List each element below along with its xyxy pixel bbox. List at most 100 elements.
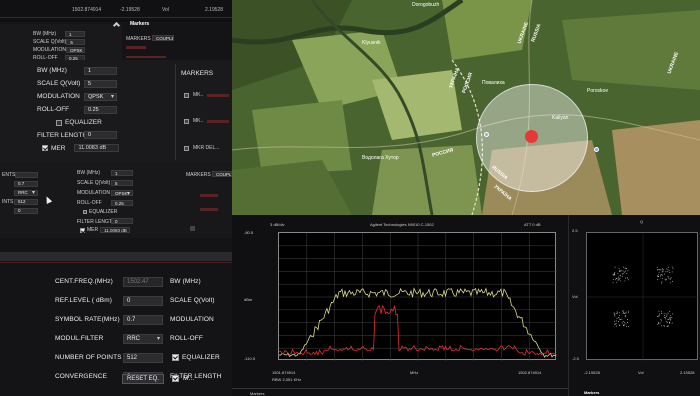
panel1-modulation-select[interactable]: QPSK bbox=[65, 47, 85, 53]
panel2-marker-row-3[interactable]: MKR DEL... bbox=[184, 145, 219, 151]
panel3-modulation-select[interactable]: QPSK bbox=[111, 190, 133, 196]
panel2-marker-1-checkbox[interactable] bbox=[184, 92, 189, 98]
target-marker-icon[interactable] bbox=[525, 130, 538, 143]
constellation-point bbox=[614, 323, 616, 325]
constellation-point bbox=[618, 279, 620, 281]
panel2-marker-2-checkbox[interactable] bbox=[184, 118, 189, 124]
panel3-bw-input[interactable]: 1 bbox=[111, 170, 133, 176]
constellation-point bbox=[666, 314, 668, 316]
constellation-x-right: 2.19528 bbox=[680, 370, 695, 375]
main-m-label: M... bbox=[183, 375, 195, 382]
panel3-mer-label: MER bbox=[87, 227, 99, 233]
constellation-point bbox=[670, 319, 672, 321]
constellation-point bbox=[661, 282, 663, 284]
panel3-equalizer-row[interactable]: EQUALIZER bbox=[83, 209, 117, 215]
panel2-equalizer-checkbox[interactable] bbox=[56, 119, 62, 126]
panel2-mer-checkbox[interactable] bbox=[42, 145, 48, 151]
main-m-checkbox[interactable] bbox=[172, 375, 179, 382]
constellation-point bbox=[661, 281, 663, 283]
panel3-left-label-4: INTS bbox=[2, 198, 14, 205]
panel2-rolloff-input[interactable]: 0.25 bbox=[84, 105, 117, 114]
panel3-rolloff-input[interactable]: 0.25 bbox=[111, 200, 133, 206]
panel3-mer-checkbox[interactable] bbox=[80, 227, 85, 233]
map-pin-icon-2[interactable] bbox=[484, 132, 489, 137]
constellation-point bbox=[624, 313, 626, 315]
constellation-point bbox=[665, 279, 667, 281]
panel2-bw-input[interactable]: 1 bbox=[84, 66, 117, 75]
constellation-point bbox=[665, 320, 667, 322]
vol-readout: 2.19528 bbox=[205, 7, 224, 13]
main-equalizer-checkbox[interactable] bbox=[172, 354, 179, 361]
ref-level-input[interactable]: 0 bbox=[123, 295, 163, 306]
panel3-scale-input[interactable]: 5 bbox=[111, 180, 133, 186]
constellation-point bbox=[656, 316, 658, 317]
constellation-point bbox=[658, 310, 660, 312]
spectrum-bottom-tab[interactable]: Markers bbox=[250, 391, 264, 396]
symbol-rate-input[interactable]: 0.7 bbox=[123, 314, 163, 325]
constellation-point bbox=[622, 312, 624, 314]
constellation-point bbox=[671, 322, 673, 324]
constellation-point bbox=[627, 270, 629, 272]
panel2-modulation-select[interactable]: QPSK bbox=[84, 92, 117, 101]
panel3-markers-label: MARKERS bbox=[186, 172, 211, 178]
panel1-markers-select[interactable]: COUPLED bbox=[152, 35, 174, 41]
constellation-point bbox=[669, 317, 671, 319]
constellation-point bbox=[616, 281, 618, 283]
panel1-bw-input[interactable]: 1 bbox=[65, 31, 85, 37]
panel3-markers-select[interactable]: COUPLED bbox=[212, 171, 232, 177]
spectrum-title: Agilent Technologies N9010 C-1502 bbox=[370, 222, 434, 227]
spectrum-y-mid: dBm bbox=[244, 297, 253, 302]
constellation-point bbox=[623, 312, 625, 313]
satellite-map[interactable]: Dorogobuzh Klyusnik Повалиха УКРАЇНА РОС… bbox=[232, 0, 700, 215]
panel2-scale-input[interactable]: 5 bbox=[84, 79, 117, 88]
panel3-marker-check[interactable] bbox=[190, 226, 195, 231]
panel3-scale-label: SCALE Q(Volt) bbox=[77, 180, 111, 186]
panel3-equalizer-checkbox[interactable] bbox=[83, 210, 87, 214]
panel2-marker-row-2[interactable]: MK.. bbox=[184, 118, 230, 124]
constellation-point bbox=[657, 276, 659, 278]
panel2-filter-length-input[interactable]: 0 bbox=[84, 131, 117, 139]
constellation-point bbox=[624, 271, 626, 273]
constellation-point bbox=[664, 317, 666, 319]
panel1-scale-label: SCALE Q(Volt) bbox=[33, 39, 67, 45]
main-scale-q-label: SCALE Q(Volt) bbox=[170, 297, 215, 304]
cent-freq-input[interactable]: 1502.47 bbox=[123, 276, 163, 287]
constellation-y-bottom: -2.5 bbox=[572, 356, 579, 361]
constellation-plot[interactable] bbox=[586, 232, 699, 361]
panel3-filter-length-input[interactable]: 0 bbox=[111, 218, 133, 224]
constellation-point bbox=[628, 279, 629, 281]
spectrum-plot[interactable] bbox=[278, 232, 557, 361]
constellation-bottom-tab[interactable]: Markers bbox=[584, 390, 599, 395]
constellation-point bbox=[614, 271, 616, 273]
markers-tab[interactable]: Markers bbox=[130, 21, 149, 27]
panel2-divider bbox=[175, 64, 176, 160]
panel2-equalizer-row[interactable]: EQUALIZER bbox=[56, 119, 102, 126]
panel3-left-input-2[interactable]: 0.7 bbox=[14, 180, 38, 187]
panel2-marker-3-checkbox[interactable] bbox=[184, 145, 189, 151]
span-readout: -2.19528 bbox=[120, 7, 140, 13]
panel3-right-fields: BW (MHz) 1 SCALE Q(Volt) 5 MODULATION QP… bbox=[77, 168, 133, 208]
main-fields-left: CENT.FREQ.(MHz) 1502.47 REF.LEVEL ( dBm)… bbox=[55, 272, 163, 386]
constellation-point bbox=[612, 282, 614, 284]
panel3-left-input-1[interactable] bbox=[15, 171, 38, 178]
map-pin-icon[interactable] bbox=[594, 147, 599, 152]
panel3-left-select-3[interactable]: RRC bbox=[14, 189, 38, 196]
panel2-mer-value: 11.0083 dB bbox=[74, 144, 120, 152]
constellation-point bbox=[618, 317, 620, 318]
constellation-point bbox=[670, 277, 672, 279]
constellation-point bbox=[627, 322, 628, 323]
num-points-input[interactable]: 512 bbox=[123, 352, 163, 363]
panel3-left-input-5[interactable]: 0 bbox=[14, 207, 38, 214]
modul-filter-select[interactable]: RRC bbox=[123, 333, 163, 344]
constellation-point bbox=[663, 313, 665, 315]
constellation-point bbox=[627, 319, 629, 320]
constellation-point bbox=[665, 318, 667, 320]
reset-eq-button[interactable]: RESET EQ. bbox=[122, 374, 164, 384]
panel1-scale-input[interactable]: 5 bbox=[66, 39, 85, 45]
panel3-left-input-4[interactable]: 512 bbox=[14, 198, 38, 205]
constellation-point bbox=[625, 270, 626, 272]
spectrum-bottom-divider bbox=[232, 388, 568, 389]
constellation-x-mid: Vol bbox=[638, 370, 644, 375]
freq-readout: 1502.874914 bbox=[72, 7, 102, 13]
panel2-marker-row-1[interactable]: MK.. bbox=[184, 92, 230, 98]
